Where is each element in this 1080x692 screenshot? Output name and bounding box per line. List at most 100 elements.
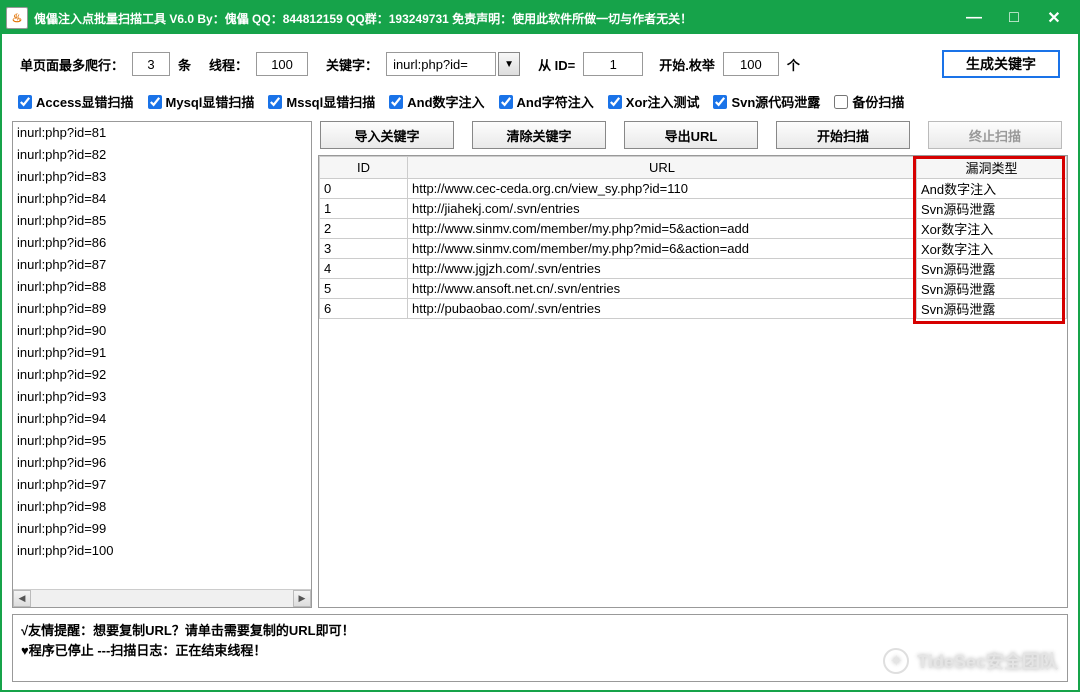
keyword-list-panel: inurl:php?id=81inurl:php?id=82inurl:php?… <box>12 121 312 608</box>
main-area: inurl:php?id=81inurl:php?id=82inurl:php?… <box>2 121 1078 608</box>
cell-type[interactable]: Xor数字注入 <box>917 219 1067 239</box>
cell-id[interactable]: 5 <box>320 279 408 299</box>
list-item[interactable]: inurl:php?id=98 <box>17 496 311 518</box>
list-item[interactable]: inurl:php?id=87 <box>17 254 311 276</box>
check-and-num[interactable]: And数字注入 <box>389 92 484 111</box>
table-row[interactable]: 3http://www.sinmv.com/member/my.php?mid=… <box>320 239 1067 259</box>
enum-unit: 个 <box>787 55 800 74</box>
table-row[interactable]: 4http://www.jgjzh.com/.svn/entriesSvn源码泄… <box>320 259 1067 279</box>
cell-id[interactable]: 6 <box>320 299 408 319</box>
keyword-dropdown-button[interactable]: ▼ <box>498 52 520 76</box>
results-panel: 导入关键字 清除关键字 导出URL 开始扫描 终止扫描 ID URL 漏洞类型 <box>318 121 1068 608</box>
cell-url[interactable]: http://www.jgjzh.com/.svn/entries <box>408 259 917 279</box>
list-item[interactable]: inurl:php?id=88 <box>17 276 311 298</box>
status-line-1: √友情提醒：想要复制URL？请单击需要复制的URL即可！ <box>21 621 1059 641</box>
col-header-type[interactable]: 漏洞类型 <box>917 157 1067 179</box>
cell-url[interactable]: http://pubaobao.com/.svn/entries <box>408 299 917 319</box>
h-scrollbar[interactable]: ◀ ▶ <box>13 589 311 607</box>
check-svn[interactable]: Svn源代码泄露 <box>713 92 820 111</box>
list-item[interactable]: inurl:php?id=84 <box>17 188 311 210</box>
from-id-label: 从 ID= <box>538 55 575 74</box>
cell-url[interactable]: http://jiahekj.com/.svn/entries <box>408 199 917 219</box>
from-id-input[interactable] <box>583 52 643 76</box>
keyword-input[interactable] <box>386 52 496 76</box>
check-backup[interactable]: 备份扫描 <box>834 92 904 111</box>
cell-url[interactable]: http://www.sinmv.com/member/my.php?mid=5… <box>408 219 917 239</box>
check-xor[interactable]: Xor注入测试 <box>608 92 700 111</box>
col-header-url[interactable]: URL <box>408 157 917 179</box>
threads-input[interactable] <box>256 52 308 76</box>
pages-label: 单页面最多爬行： <box>20 55 124 74</box>
cell-id[interactable]: 0 <box>320 179 408 199</box>
cell-id[interactable]: 1 <box>320 199 408 219</box>
list-item[interactable]: inurl:php?id=95 <box>17 430 311 452</box>
table-row[interactable]: 5http://www.ansoft.net.cn/.svn/entriesSv… <box>320 279 1067 299</box>
scroll-left-icon[interactable]: ◀ <box>13 590 31 607</box>
list-item[interactable]: inurl:php?id=99 <box>17 518 311 540</box>
cell-url[interactable]: http://www.cec-ceda.org.cn/view_sy.php?i… <box>408 179 917 199</box>
keyword-label: 关键字： <box>326 55 378 74</box>
list-item[interactable]: inurl:php?id=96 <box>17 452 311 474</box>
cell-type[interactable]: Svn源码泄露 <box>917 199 1067 219</box>
list-item[interactable]: inurl:php?id=92 <box>17 364 311 386</box>
check-mssql[interactable]: Mssql显错扫描 <box>268 92 375 111</box>
threads-label: 线程： <box>209 55 248 74</box>
pages-input[interactable] <box>132 52 170 76</box>
table-row[interactable]: 1http://jiahekj.com/.svn/entriesSvn源码泄露 <box>320 199 1067 219</box>
pages-unit: 条 <box>178 55 191 74</box>
list-item[interactable]: inurl:php?id=83 <box>17 166 311 188</box>
list-item[interactable]: inurl:php?id=89 <box>17 298 311 320</box>
scroll-right-icon[interactable]: ▶ <box>293 590 311 607</box>
cell-id[interactable]: 2 <box>320 219 408 239</box>
cell-url[interactable]: http://www.ansoft.net.cn/.svn/entries <box>408 279 917 299</box>
check-and-char[interactable]: And字符注入 <box>499 92 594 111</box>
close-button[interactable]: ✕ <box>1034 4 1074 32</box>
keyword-combo: ▼ <box>386 52 520 76</box>
list-item[interactable]: inurl:php?id=93 <box>17 386 311 408</box>
export-url-button[interactable]: 导出URL <box>624 121 758 149</box>
stop-scan-button[interactable]: 终止扫描 <box>928 121 1062 149</box>
maximize-button[interactable]: □ <box>994 4 1034 32</box>
window-title: 傀儡注入点批量扫描工具 V6.0 By：傀儡 QQ：844812159 QQ群：… <box>34 10 954 27</box>
list-item[interactable]: inurl:php?id=91 <box>17 342 311 364</box>
scan-options: Access显错扫描 Mysql显错扫描 Mssql显错扫描 And数字注入 A… <box>2 88 1078 121</box>
list-item[interactable]: inurl:php?id=82 <box>17 144 311 166</box>
cell-type[interactable]: Svn源码泄露 <box>917 279 1067 299</box>
list-item[interactable]: inurl:php?id=90 <box>17 320 311 342</box>
minimize-button[interactable]: — <box>954 4 994 32</box>
cell-id[interactable]: 4 <box>320 259 408 279</box>
java-icon: ♨ <box>6 7 28 29</box>
table-row[interactable]: 2http://www.sinmv.com/member/my.php?mid=… <box>320 219 1067 239</box>
title-bar: ♨ 傀儡注入点批量扫描工具 V6.0 By：傀儡 QQ：844812159 QQ… <box>2 2 1078 34</box>
cell-id[interactable]: 3 <box>320 239 408 259</box>
cell-type[interactable]: Svn源码泄露 <box>917 299 1067 319</box>
list-item[interactable]: inurl:php?id=100 <box>17 540 311 562</box>
results-table: ID URL 漏洞类型 0http://www.cec-ceda.org.cn/… <box>319 156 1067 319</box>
cell-url[interactable]: http://www.sinmv.com/member/my.php?mid=6… <box>408 239 917 259</box>
list-item[interactable]: inurl:php?id=85 <box>17 210 311 232</box>
list-item[interactable]: inurl:php?id=81 <box>17 122 311 144</box>
start-scan-button[interactable]: 开始扫描 <box>776 121 910 149</box>
cell-type[interactable]: And数字注入 <box>917 179 1067 199</box>
col-header-id[interactable]: ID <box>320 157 408 179</box>
status-log: √友情提醒：想要复制URL？请单击需要复制的URL即可！ ♥程序已停止 ---扫… <box>12 614 1068 682</box>
app-window: ♨ 傀儡注入点批量扫描工具 V6.0 By：傀儡 QQ：844812159 QQ… <box>0 0 1080 692</box>
toolbar: 单页面最多爬行： 条 线程： 关键字： ▼ 从 ID= 开始.枚举 个 生成关键… <box>2 34 1078 88</box>
clear-keyword-button[interactable]: 清除关键字 <box>472 121 606 149</box>
list-item[interactable]: inurl:php?id=97 <box>17 474 311 496</box>
table-row[interactable]: 0http://www.cec-ceda.org.cn/view_sy.php?… <box>320 179 1067 199</box>
enum-count-input[interactable] <box>723 52 779 76</box>
keyword-list[interactable]: inurl:php?id=81inurl:php?id=82inurl:php?… <box>13 122 311 589</box>
check-access[interactable]: Access显错扫描 <box>18 92 134 111</box>
check-mysql[interactable]: Mysql显错扫描 <box>148 92 255 111</box>
list-item[interactable]: inurl:php?id=86 <box>17 232 311 254</box>
generate-keyword-button[interactable]: 生成关键字 <box>942 50 1060 78</box>
results-table-wrap: ID URL 漏洞类型 0http://www.cec-ceda.org.cn/… <box>318 155 1068 608</box>
cell-type[interactable]: Xor数字注入 <box>917 239 1067 259</box>
action-buttons: 导入关键字 清除关键字 导出URL 开始扫描 终止扫描 <box>318 121 1068 151</box>
status-line-2: ♥程序已停止 ---扫描日志：正在结束线程！ <box>21 641 1059 661</box>
table-row[interactable]: 6http://pubaobao.com/.svn/entriesSvn源码泄露 <box>320 299 1067 319</box>
list-item[interactable]: inurl:php?id=94 <box>17 408 311 430</box>
cell-type[interactable]: Svn源码泄露 <box>917 259 1067 279</box>
import-keyword-button[interactable]: 导入关键字 <box>320 121 454 149</box>
